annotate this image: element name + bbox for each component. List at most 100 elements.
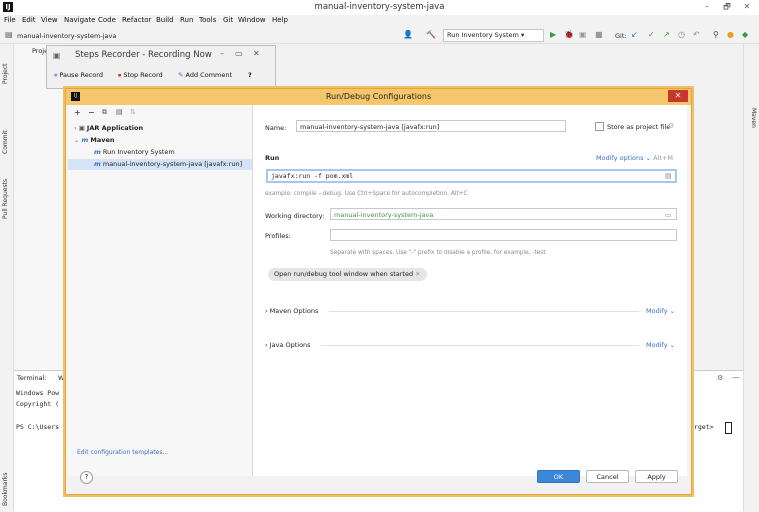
settings-icon[interactable]: ⚙ (717, 374, 723, 382)
menu-window[interactable]: Window (238, 16, 266, 24)
tool-window-bookmarks[interactable]: Bookmarks (2, 472, 9, 506)
git-update-icon[interactable]: ↙ (631, 30, 638, 40)
pause-record-button[interactable]: ⏸ Pause Record (54, 71, 103, 80)
menu-help[interactable]: Help (272, 16, 288, 24)
folder-config-icon[interactable]: ▤ (116, 108, 123, 116)
stop-icon[interactable]: ■ (595, 30, 603, 40)
profiles-label: Profiles: (265, 232, 291, 240)
maximize-button[interactable]: 🗗 (717, 1, 737, 13)
folder-browse-icon[interactable]: ▭ (665, 211, 672, 219)
steps-recorder-icon: ▣ (53, 51, 61, 60)
project-pane: Proje (14, 44, 66, 370)
run-icon[interactable]: ▶ (550, 30, 556, 40)
tree-node-run-inventory-system[interactable]: m Run Inventory System (94, 148, 175, 156)
menu-view[interactable]: View (41, 16, 58, 24)
run-section-title: Run (265, 154, 280, 162)
tool-window-maven[interactable]: Maven (750, 108, 757, 128)
tool-window-chip[interactable]: Open run/debug tool window when started … (268, 268, 427, 281)
terminal-prompt[interactable]: PS C:\Users (16, 423, 59, 431)
ok-button[interactable]: OK (537, 470, 580, 483)
coverage-icon[interactable]: ▣ (579, 30, 587, 40)
minimize-button[interactable]: – (697, 1, 717, 13)
terminal-tab-local[interactable]: W (58, 374, 64, 382)
tool-window-pull-requests[interactable]: Pull Requests (2, 179, 9, 219)
chip-close-icon[interactable]: ✕ (415, 270, 420, 278)
maven-options-modify-link[interactable]: Modify ⌄ (646, 307, 675, 315)
steps-recorder-title: Steps Recorder - Recording Now (75, 50, 212, 60)
menu-file[interactable]: File (4, 16, 16, 24)
maven-options-label: › Maven Options (265, 307, 319, 315)
user-icon[interactable]: 👤 (403, 30, 413, 40)
steps-minimize-button[interactable]: – (220, 49, 224, 58)
maven-options-section[interactable]: › Maven Options Modify ⌄ (265, 307, 677, 317)
run-command-hint: example: compile --debug. Use Ctrl+Space… (265, 191, 468, 197)
git-label: Git: (615, 32, 627, 40)
menu-code[interactable]: Code (98, 16, 116, 24)
name-field[interactable]: manual-inventory-system-java [javafx:run… (296, 120, 566, 132)
expand-field-icon[interactable]: ▤ (665, 172, 672, 180)
terminal-cursor (725, 422, 732, 434)
store-project-label: Store as project file (607, 123, 671, 131)
sort-config-icon[interactable]: ⇅ (130, 108, 136, 116)
debug-icon[interactable]: 🐞 (564, 30, 574, 40)
java-options-section[interactable]: › Java Options Modify ⌄ (265, 341, 677, 351)
tree-node-selected-config[interactable]: m manual-inventory-system-java [javafx:r… (68, 159, 252, 170)
modify-options-link[interactable]: Modify options ⌄ Alt+M (596, 154, 673, 162)
run-command-field[interactable]: javafx:run -f pom.xml (266, 169, 677, 183)
menu-build[interactable]: Build (156, 16, 174, 24)
menu-git[interactable]: Git (223, 16, 233, 24)
profiles-field[interactable] (330, 229, 677, 241)
add-config-icon[interactable]: + (74, 108, 81, 117)
update-icon[interactable]: ● (727, 30, 734, 40)
working-directory-field[interactable]: manual-inventory-system-java (330, 208, 677, 220)
tree-node-jar-application[interactable]: › ▣ JAR Application (74, 124, 143, 132)
store-project-checkbox[interactable] (595, 122, 604, 131)
dialog-close-button[interactable]: ✕ (668, 90, 688, 102)
copy-config-icon[interactable]: ⧉ (102, 108, 107, 117)
menu-edit[interactable]: Edit (22, 16, 36, 24)
gear-icon[interactable]: ⚙ (668, 122, 674, 130)
menu-tools[interactable]: Tools (199, 16, 216, 24)
search-icon[interactable]: ⚲ (713, 30, 719, 40)
run-configuration-dropdown[interactable]: Run Inventory System ▾ (443, 29, 544, 42)
help-button[interactable]: ? (80, 471, 93, 484)
tree-node-label: Run Inventory System (102, 148, 175, 156)
java-options-modify-link[interactable]: Modify ⌄ (646, 341, 675, 349)
dialog-title: Run/Debug Configurations (325, 92, 432, 101)
menu-refactor[interactable]: Refactor (122, 16, 151, 24)
git-commit-icon[interactable]: ✓ (648, 30, 655, 40)
help-icon[interactable]: ? (248, 71, 252, 79)
right-tool-strip: Maven (743, 44, 759, 511)
tree-node-maven[interactable]: ⌄ m Maven (74, 136, 115, 144)
steps-maximize-button[interactable]: ▭ (235, 49, 243, 58)
project-folder-icon: ▤ (5, 30, 13, 39)
project-name[interactable]: manual-inventory-system-java (17, 31, 116, 41)
history-icon[interactable]: ◷ (678, 30, 685, 40)
hide-panel-icon[interactable]: — (732, 373, 740, 382)
profiles-hint: Separate with spaces. Use "-" prefix to … (330, 250, 546, 256)
add-comment-button[interactable]: ✎ Add Comment (178, 71, 232, 79)
menu-run[interactable]: Run (180, 16, 193, 24)
tree-node-label: manual-inventory-system-java [javafx:run… (102, 160, 243, 168)
edit-templates-link[interactable]: Edit configuration templates... (77, 449, 168, 456)
plugin-icon[interactable]: ◆ (742, 30, 748, 40)
rollback-icon[interactable]: ↶ (693, 30, 700, 40)
terminal-tab-label[interactable]: Terminal: (17, 374, 47, 382)
tool-window-commit[interactable]: Commit (2, 130, 9, 154)
modify-options-label: Modify options (596, 154, 644, 162)
close-button[interactable]: ✕ (737, 1, 757, 13)
modify-options-shortcut: Alt+M (653, 154, 673, 162)
maven-icon: m (81, 136, 89, 144)
git-push-icon[interactable]: ↗ (663, 30, 670, 40)
cancel-button[interactable]: Cancel (586, 470, 629, 483)
apply-button[interactable]: Apply (635, 470, 678, 483)
title-bar: IJ manual-inventory-system-java – 🗗 ✕ (0, 0, 759, 16)
tool-window-project[interactable]: Project (2, 63, 9, 84)
remove-config-icon[interactable]: − (88, 108, 95, 117)
stop-record-button[interactable]: ⏹ Stop Record (118, 71, 163, 80)
menu-navigate[interactable]: Navigate (64, 16, 95, 24)
hammer-icon[interactable]: 🔨 (426, 30, 436, 40)
java-options-label: › Java Options (265, 341, 311, 349)
steps-close-button[interactable]: ✕ (253, 49, 260, 58)
modify-label: Modify (646, 341, 668, 349)
